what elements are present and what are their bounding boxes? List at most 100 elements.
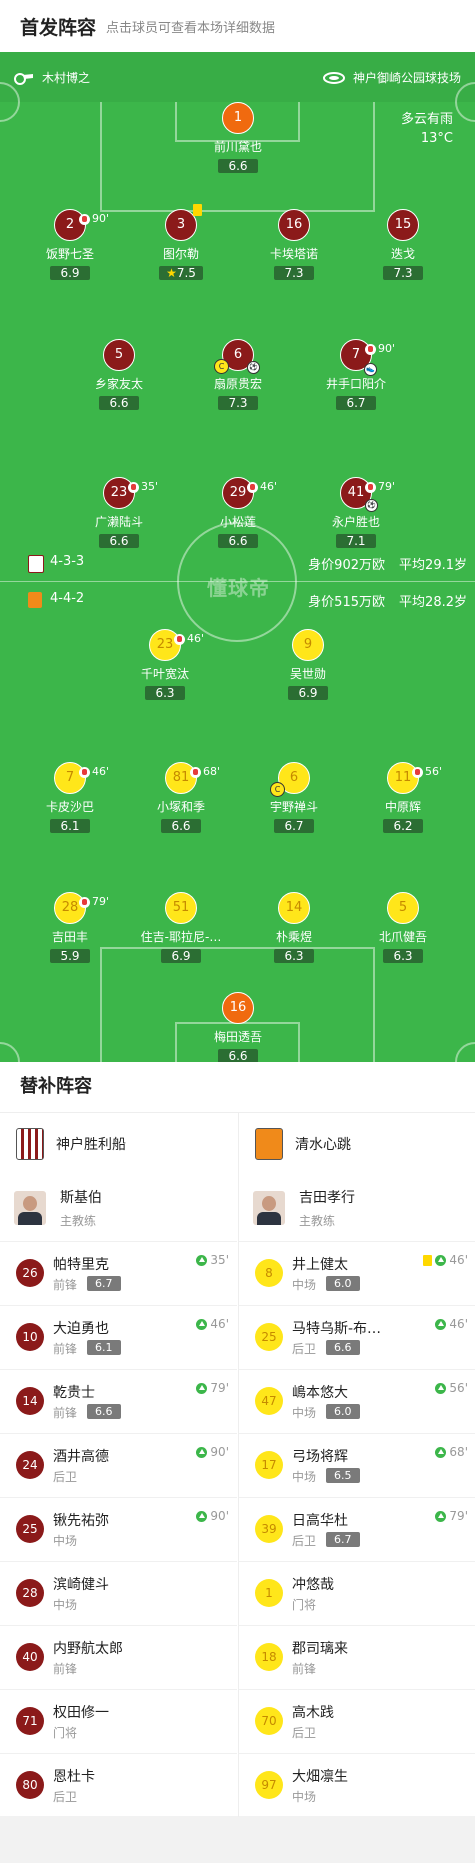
ball-icon: ⚽: [365, 499, 378, 512]
coach-role: 主教练: [299, 1214, 336, 1228]
player-position: 前锋: [53, 1662, 78, 1676]
player-home-10[interactable]: 29 46' 小松莲 6.6: [183, 477, 293, 549]
player-name: 恩杜卡: [53, 1769, 95, 1785]
sub-player-row[interactable]: 97 大畑凛生 中场: [239, 1753, 475, 1817]
sub-minute: 56': [449, 1381, 468, 1395]
sub-minute: 90': [378, 342, 396, 355]
home-subs-team[interactable]: 神户胜利船: [0, 1113, 237, 1175]
jersey-number: 26: [16, 1259, 44, 1287]
player-home-5[interactable]: 15 迭戈 7.3: [348, 209, 458, 281]
player-rating: 6.0: [326, 1404, 360, 1419]
player-away-8[interactable]: 51 住吉-耶拉尼-… 6.9: [126, 892, 236, 964]
player-away-6[interactable]: 11 56' 中原辉 6.2: [348, 762, 458, 834]
player-home-1[interactable]: 1 前川黛也 6.6: [183, 102, 293, 174]
sub-player-row[interactable]: 28 滨崎健斗 中场: [0, 1561, 237, 1625]
sub-player-row[interactable]: 26 帕特里克 前锋 6.7 35': [0, 1241, 237, 1305]
player-rating: 6.6: [99, 534, 139, 548]
jersey-number: 17: [255, 1451, 283, 1479]
sub-minute: 46': [449, 1253, 468, 1267]
away-coach[interactable]: 吉田孝行 主教练: [239, 1175, 475, 1241]
sub-player-row[interactable]: 47 嶋本悠大 中场 6.0 56': [239, 1369, 475, 1433]
player-home-8[interactable]: 7 90' 👟 井手口阳介 6.7: [301, 339, 411, 411]
player-away-4[interactable]: 81 68' 小塚和季 6.6: [126, 762, 236, 834]
sub-minute: 79': [210, 1381, 229, 1395]
sub-player-row[interactable]: 71 权田修一 门将: [0, 1689, 237, 1753]
sub-minute: 79': [92, 895, 110, 908]
sub-minute: 90': [92, 212, 110, 225]
sub-player-row[interactable]: 25 马特乌斯-布… 后卫 6.6 46': [239, 1305, 475, 1369]
player-position: 后卫: [292, 1534, 317, 1548]
player-name: 吉田丰: [51, 930, 88, 944]
player-rating: 6.2: [383, 819, 423, 833]
player-away-1[interactable]: 23 46' 千叶宽汰 6.3: [110, 629, 220, 701]
player-away-3[interactable]: 7 46' 卡皮沙巴 6.1: [15, 762, 125, 834]
jersey-number: 1: [255, 1579, 283, 1607]
player-home-9[interactable]: 23 35' 广濑陆斗 6.6: [64, 477, 174, 549]
player-home-3[interactable]: 3 图尔勒 ★7.5: [126, 204, 236, 281]
player-away-5[interactable]: 6C 宇野禅斗 6.7: [239, 762, 349, 834]
sub-minute: 79': [449, 1509, 468, 1523]
player-away-11[interactable]: 16 梅田透吾 6.6: [183, 992, 293, 1062]
player-rating: 5.9: [50, 949, 90, 963]
sub-on-icon: [196, 1446, 208, 1458]
sub-player-row[interactable]: 24 酒井高德 后卫 90': [0, 1433, 237, 1497]
sub-player-row[interactable]: 40 内野航太郎 前锋: [0, 1625, 237, 1689]
player-name: 梅田透吾: [213, 1030, 262, 1044]
player-away-9[interactable]: 14 朴乘煜 6.3: [239, 892, 349, 964]
sub-off-badge: 68': [190, 757, 220, 787]
jersey-number: 25: [16, 1515, 44, 1543]
sub-on-icon: [435, 1318, 447, 1330]
player-home-4[interactable]: 16 卡埃塔诺 7.3: [239, 209, 349, 281]
sub-off-icon: [79, 896, 90, 908]
sub-on-time: 56': [435, 1381, 468, 1395]
jersey-number: 2: [65, 217, 75, 232]
player-away-10[interactable]: 5 北爪健吾 6.3: [348, 892, 458, 964]
player-rating: 7.1: [336, 534, 376, 548]
sub-on-icon: [435, 1510, 447, 1522]
player-rating: 6.6: [218, 1049, 258, 1062]
jersey-number: 7: [351, 347, 361, 362]
away-subs-team[interactable]: 清水心跳: [239, 1113, 475, 1175]
home-avg-age: 平均29.1岁: [399, 558, 467, 573]
sub-player-row[interactable]: 18 郡司璃来 前锋: [239, 1625, 475, 1689]
player-name: 饭野七圣: [45, 247, 94, 261]
sub-player-row[interactable]: 10 大迫勇也 前锋 6.1 46': [0, 1305, 237, 1369]
player-home-6[interactable]: 5 乡家友太 6.6: [64, 339, 174, 411]
sub-player-row[interactable]: 80 恩杜卡 后卫: [0, 1753, 237, 1817]
sub-minute: 46': [260, 480, 278, 493]
sub-on-time: 46': [435, 1317, 468, 1331]
sub-off-badge: 46': [79, 757, 109, 787]
sub-player-row[interactable]: 39 日高华杜 后卫 6.7 79': [239, 1497, 475, 1561]
sub-minute: 90': [210, 1509, 229, 1523]
sub-player-row[interactable]: 17 弓场将辉 中场 6.5 68': [239, 1433, 475, 1497]
ball-icon: ⚽: [247, 361, 260, 374]
player-name: 马特乌斯-布…: [292, 1321, 382, 1337]
team-name: 神户胜利船: [56, 1137, 126, 1153]
player-rating: ★7.5: [159, 266, 203, 280]
coach-avatar: [14, 1191, 46, 1225]
jersey-number: 6: [233, 347, 243, 362]
sub-minute: 79': [378, 480, 396, 493]
sub-player-row[interactable]: 1 冲悠哉 门将: [239, 1561, 475, 1625]
sub-player-row[interactable]: 8 井上健太 中场 6.0 46': [239, 1241, 475, 1305]
sub-on-time: 46': [423, 1253, 468, 1267]
player-home-2[interactable]: 2 90' 饭野七圣 6.9: [15, 209, 125, 281]
substitutes-section: 替补阵容 神户胜利船 斯基伯 主教练 26 帕特里克 前锋 6.7 35' 10 大迫勇也 前锋…: [0, 1062, 475, 1817]
player-home-11[interactable]: 41 79' ⚽ 永户胜也 7.1: [301, 477, 411, 549]
player-away-7[interactable]: 28 79' 吉田丰 5.9: [15, 892, 125, 964]
sub-minute: 46': [210, 1317, 229, 1331]
player-name: 乾贵士: [53, 1385, 95, 1401]
player-position: 中场: [53, 1534, 78, 1548]
sub-player-row[interactable]: 70 高木践 后卫: [239, 1689, 475, 1753]
jersey-number: 8: [255, 1259, 283, 1287]
sub-player-row[interactable]: 25 锹先祐弥 中场 90': [0, 1497, 237, 1561]
player-name: 广濑陆斗: [94, 515, 143, 529]
player-rating: 6.3: [145, 686, 185, 700]
home-coach[interactable]: 斯基伯 主教练: [0, 1175, 237, 1241]
player-away-2[interactable]: 9 吴世勋 6.9: [253, 629, 363, 701]
player-home-7[interactable]: 6 C ⚽ 扇原贵宏 7.3: [183, 339, 293, 411]
sub-player-row[interactable]: 14 乾贵士 前锋 6.6 79': [0, 1369, 237, 1433]
sub-off-badge: 90': [365, 334, 395, 364]
home-team-info: 4-3-3 身价902万欧 平均29.1岁: [0, 548, 475, 578]
team-name: 清水心跳: [295, 1137, 351, 1153]
